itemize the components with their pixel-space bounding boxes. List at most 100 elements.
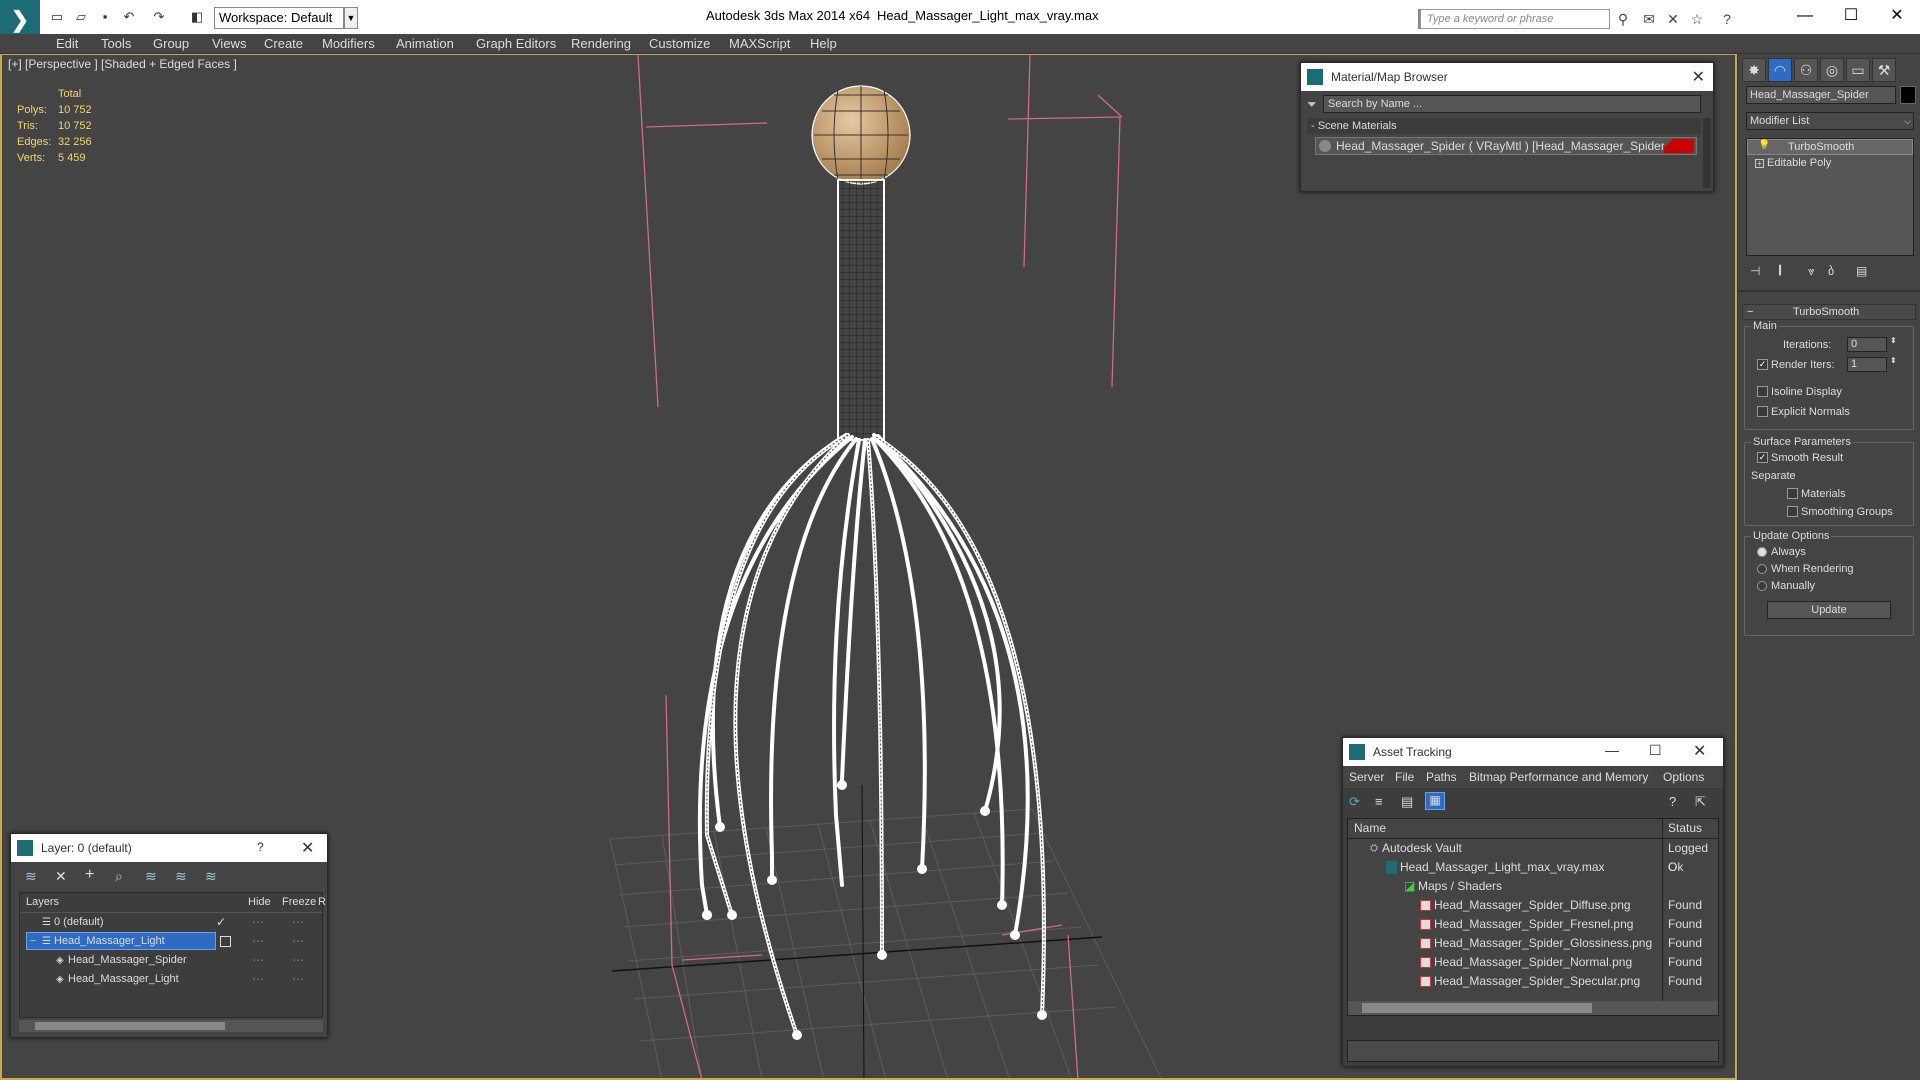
iterations-spinner[interactable]: 0 bbox=[1847, 337, 1887, 352]
update-button[interactable]: Update bbox=[1767, 601, 1891, 619]
table-row[interactable]: ⛭ Autodesk Vault Logged O bbox=[1348, 839, 1718, 874]
menu-customize[interactable]: Customize bbox=[649, 34, 710, 54]
manually-radio[interactable] bbox=[1757, 581, 1767, 591]
scene-materials-header[interactable]: - Scene Materials bbox=[1307, 118, 1701, 134]
hierarchy-tab-icon[interactable]: ⚇ bbox=[1794, 58, 1818, 82]
table-row[interactable]: ◪ Maps / Shaders bbox=[1348, 877, 1718, 896]
freeze-toggle[interactable]: ⋯ bbox=[292, 932, 304, 951]
stack-item[interactable]: + Editable Poly bbox=[1747, 156, 1913, 172]
add-layer-icon[interactable]: + bbox=[85, 866, 94, 884]
remove-modifier-icon[interactable]: ბ bbox=[1828, 264, 1834, 278]
menu-modifiers[interactable]: Modifiers bbox=[322, 34, 375, 54]
column-header[interactable]: R bbox=[318, 893, 326, 912]
project-folder-icon[interactable]: ◧ bbox=[188, 8, 206, 26]
minimize-button[interactable]: — bbox=[1782, 2, 1828, 30]
maximize-button[interactable]: ☐ bbox=[1649, 742, 1662, 759]
close-icon[interactable]: ✕ bbox=[1692, 67, 1705, 87]
scrollbar-thumb[interactable] bbox=[1362, 1003, 1592, 1013]
menu-group[interactable]: Group bbox=[153, 34, 189, 54]
checkmark-icon[interactable]: ✓ bbox=[216, 913, 226, 932]
horizontal-scrollbar[interactable] bbox=[1348, 1001, 1718, 1015]
explicit-normals-checkbox[interactable] bbox=[1757, 406, 1768, 417]
modify-tab-icon[interactable]: ◠ bbox=[1768, 58, 1792, 82]
freeze-toggle[interactable]: ⋯ bbox=[292, 951, 304, 970]
menu-maxscript[interactable]: MAXScript bbox=[729, 34, 790, 54]
display-tab-icon[interactable]: ▭ bbox=[1846, 58, 1870, 82]
modifier-list-dropdown[interactable]: Modifier List ⌵ bbox=[1746, 112, 1914, 130]
maximize-button[interactable]: ☐ bbox=[1828, 2, 1874, 30]
chevron-down-icon[interactable]: ▼ bbox=[344, 7, 358, 29]
freeze-toggle[interactable]: ⋯ bbox=[292, 913, 304, 932]
render-iters-checkbox[interactable]: ✓ bbox=[1757, 359, 1768, 370]
list-view-icon[interactable]: ≡ bbox=[1375, 794, 1383, 809]
menu-tools[interactable]: Tools bbox=[101, 34, 131, 54]
delete-layer-icon[interactable]: ✕ bbox=[55, 868, 67, 885]
make-unique-icon[interactable]: ⩔ bbox=[1808, 264, 1815, 279]
table-row[interactable]: Head_Massager_Spider_Glossiness.png Foun… bbox=[1348, 934, 1718, 953]
redo-icon[interactable]: ↷ bbox=[150, 8, 168, 26]
menu-views[interactable]: Views bbox=[212, 34, 246, 54]
current-layer-checkbox[interactable] bbox=[220, 936, 231, 947]
motion-tab-icon[interactable]: ◎ bbox=[1820, 58, 1844, 82]
table-row[interactable]: Head_Massager_Spider_Specular.png Found bbox=[1348, 972, 1718, 991]
configure-modifier-sets-icon[interactable]: ▤ bbox=[1856, 264, 1867, 278]
show-end-result-icon[interactable]: Ⅰ bbox=[1778, 262, 1782, 279]
menu-bitmap-performance[interactable]: Bitmap Performance and Memory bbox=[1469, 770, 1648, 784]
close-button[interactable]: ✕ bbox=[1693, 741, 1706, 761]
workspace-dropdown[interactable]: Workspace: Default bbox=[214, 7, 344, 29]
table-row[interactable]: Head_Massager_Spider_Normal.png Found bbox=[1348, 953, 1718, 972]
column-header[interactable]: Freeze bbox=[282, 893, 316, 912]
menu-server[interactable]: Server bbox=[1349, 770, 1384, 784]
freeze-all-icon[interactable]: ≋ bbox=[205, 868, 217, 885]
open-file-icon[interactable]: ▱ bbox=[72, 8, 90, 26]
exchange-icon[interactable]: ✕ bbox=[1664, 10, 1682, 28]
table-row[interactable]: Head_Massager_Light_max_vray.max Ok bbox=[1348, 858, 1718, 877]
spinner-arrows-icon[interactable]: ⬍ bbox=[1890, 356, 1897, 365]
column-header[interactable]: Status bbox=[1668, 819, 1702, 838]
binoculars-icon[interactable]: ⚲ bbox=[1614, 10, 1632, 28]
stack-item[interactable]: 💡 TurboSmooth bbox=[1747, 139, 1913, 155]
utilities-tab-icon[interactable]: ⚒ bbox=[1872, 58, 1896, 82]
hide-toggle[interactable]: ⋯ bbox=[252, 970, 264, 989]
smoothing-groups-checkbox[interactable] bbox=[1787, 506, 1798, 517]
object-name-field[interactable]: Head_Massager_Spider bbox=[1746, 86, 1896, 104]
menu-graph-editors[interactable]: Graph Editors bbox=[476, 34, 556, 54]
select-layer-icon[interactable]: ⌕ bbox=[115, 868, 123, 885]
filter-icon[interactable]: ⏷ bbox=[1307, 97, 1317, 112]
create-tab-icon[interactable]: ✸ bbox=[1742, 58, 1766, 82]
highlight-layer-icon[interactable]: ≋ bbox=[145, 868, 157, 885]
lightbulb-icon[interactable]: 💡 bbox=[1758, 140, 1770, 151]
search-by-name-input[interactable]: Search by Name ... bbox=[1323, 95, 1701, 113]
grid-view-icon[interactable]: ▦ bbox=[1425, 792, 1445, 810]
table-row[interactable]: Head_Massager_Spider_Diffuse.png Found bbox=[1348, 896, 1718, 915]
render-iters-spinner[interactable]: 1 bbox=[1847, 357, 1887, 372]
column-header[interactable]: Hide bbox=[248, 893, 271, 912]
layer-manager-icon[interactable]: ≋ bbox=[25, 868, 37, 885]
new-file-icon[interactable]: ▭ bbox=[48, 8, 66, 26]
hide-toggle[interactable]: ⋯ bbox=[252, 932, 264, 951]
favorites-star-icon[interactable]: ☆ bbox=[1688, 10, 1706, 28]
object-color-swatch[interactable] bbox=[1900, 86, 1916, 104]
menu-edit[interactable]: Edit bbox=[56, 34, 78, 54]
menu-paths[interactable]: Paths bbox=[1426, 770, 1457, 784]
layer-row[interactable]: ◈ Head_Massager_Light ⋯ ⋯ bbox=[20, 970, 322, 989]
communication-icon[interactable]: ✉ bbox=[1640, 10, 1658, 28]
menu-rendering[interactable]: Rendering bbox=[571, 34, 631, 54]
freeze-toggle[interactable]: ⋯ bbox=[292, 970, 304, 989]
layer-row[interactable]: − ☰ Head_Massager_Light ⋯ ⋯ bbox=[20, 932, 322, 951]
refresh-icon[interactable]: ⟳ bbox=[1349, 794, 1360, 810]
layer-row[interactable]: ☰ 0 (default) ✓ ⋯ ⋯ bbox=[20, 913, 322, 932]
path-field[interactable] bbox=[1347, 1040, 1719, 1062]
hide-all-icon[interactable]: ≋ bbox=[175, 868, 187, 885]
menu-help[interactable]: Help bbox=[810, 34, 837, 54]
column-header[interactable]: Name bbox=[1354, 819, 1386, 838]
undo-icon[interactable]: ↶ bbox=[120, 8, 138, 26]
layer-row[interactable]: ◈ Head_Massager_Spider ⋯ ⋯ bbox=[20, 951, 322, 970]
menu-create[interactable]: Create bbox=[264, 34, 303, 54]
chevron-down-icon[interactable]: ⌵ bbox=[1904, 113, 1911, 129]
collapse-icon[interactable]: − bbox=[30, 932, 36, 951]
help-icon[interactable]: ? bbox=[1718, 10, 1736, 28]
close-button[interactable]: ✕ bbox=[1874, 2, 1920, 30]
menu-file[interactable]: File bbox=[1395, 770, 1414, 784]
table-view-icon[interactable]: ▤ bbox=[1401, 794, 1413, 810]
